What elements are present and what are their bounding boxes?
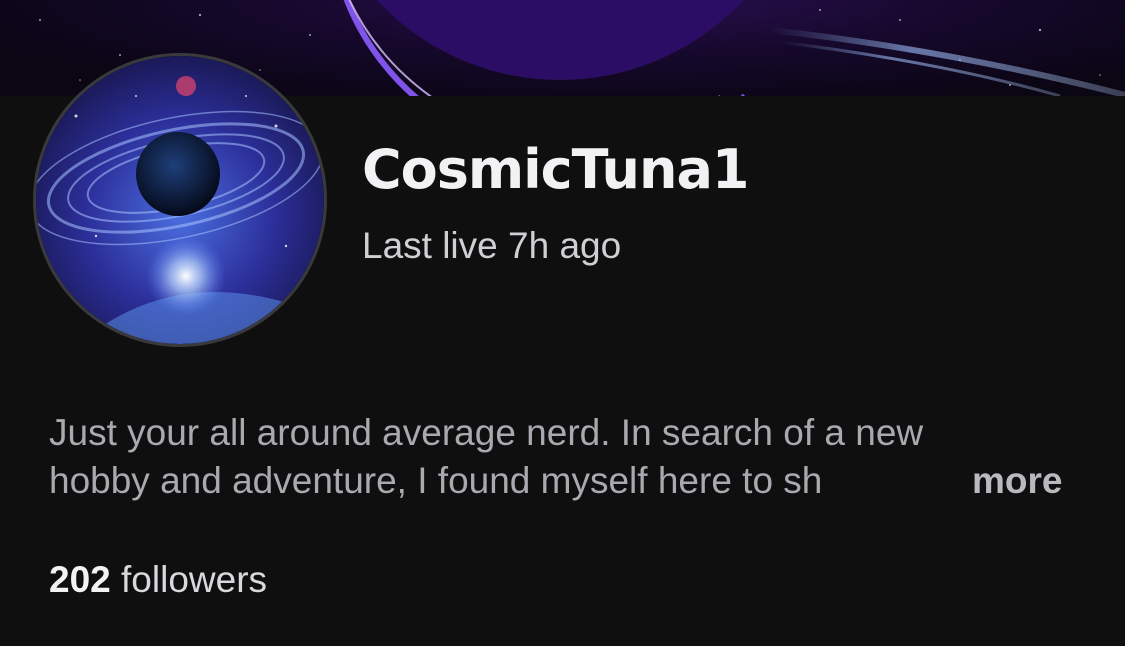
bio-line-truncated: hobby and adventure, I found myself here… xyxy=(49,460,823,501)
followers-label: followers xyxy=(121,559,268,600)
bio-line: Just your all around average nerd. In se… xyxy=(49,412,924,453)
bio: Just your all around average nerd. In se… xyxy=(49,409,1089,505)
channel-profile-card: CosmicTuna1 Last live 7h ago Just your a… xyxy=(0,0,1125,646)
last-live-status: Last live 7h ago xyxy=(362,225,622,266)
followers-number: 202 xyxy=(49,559,111,600)
bio-line-wrapper: hobby and adventure, I found myself here… xyxy=(49,457,1089,505)
username: CosmicTuna1 xyxy=(362,138,749,201)
avatar-image xyxy=(36,56,324,344)
followers-count[interactable]: 202 followers xyxy=(49,558,267,602)
bio-more-button[interactable]: more xyxy=(972,457,1062,505)
avatar[interactable] xyxy=(33,53,327,347)
